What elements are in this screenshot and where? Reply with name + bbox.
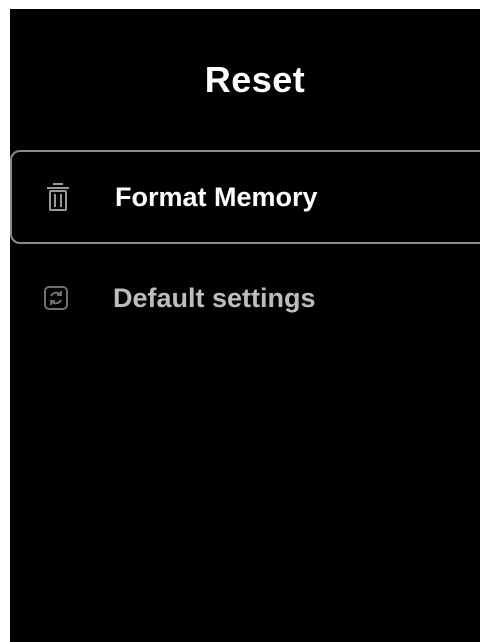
page-title: Reset: [204, 59, 306, 100]
trash-icon: [44, 182, 72, 212]
refresh-icon: [42, 283, 70, 313]
menu-item-format-memory[interactable]: Format Memory: [10, 150, 480, 244]
menu-item-label: Format Memory: [115, 181, 318, 212]
menu-item-label: Default settings: [113, 282, 316, 313]
reset-screen: Reset Format Memory Default settings: [10, 9, 480, 642]
menu-item-default-settings[interactable]: Default settings: [10, 251, 480, 345]
